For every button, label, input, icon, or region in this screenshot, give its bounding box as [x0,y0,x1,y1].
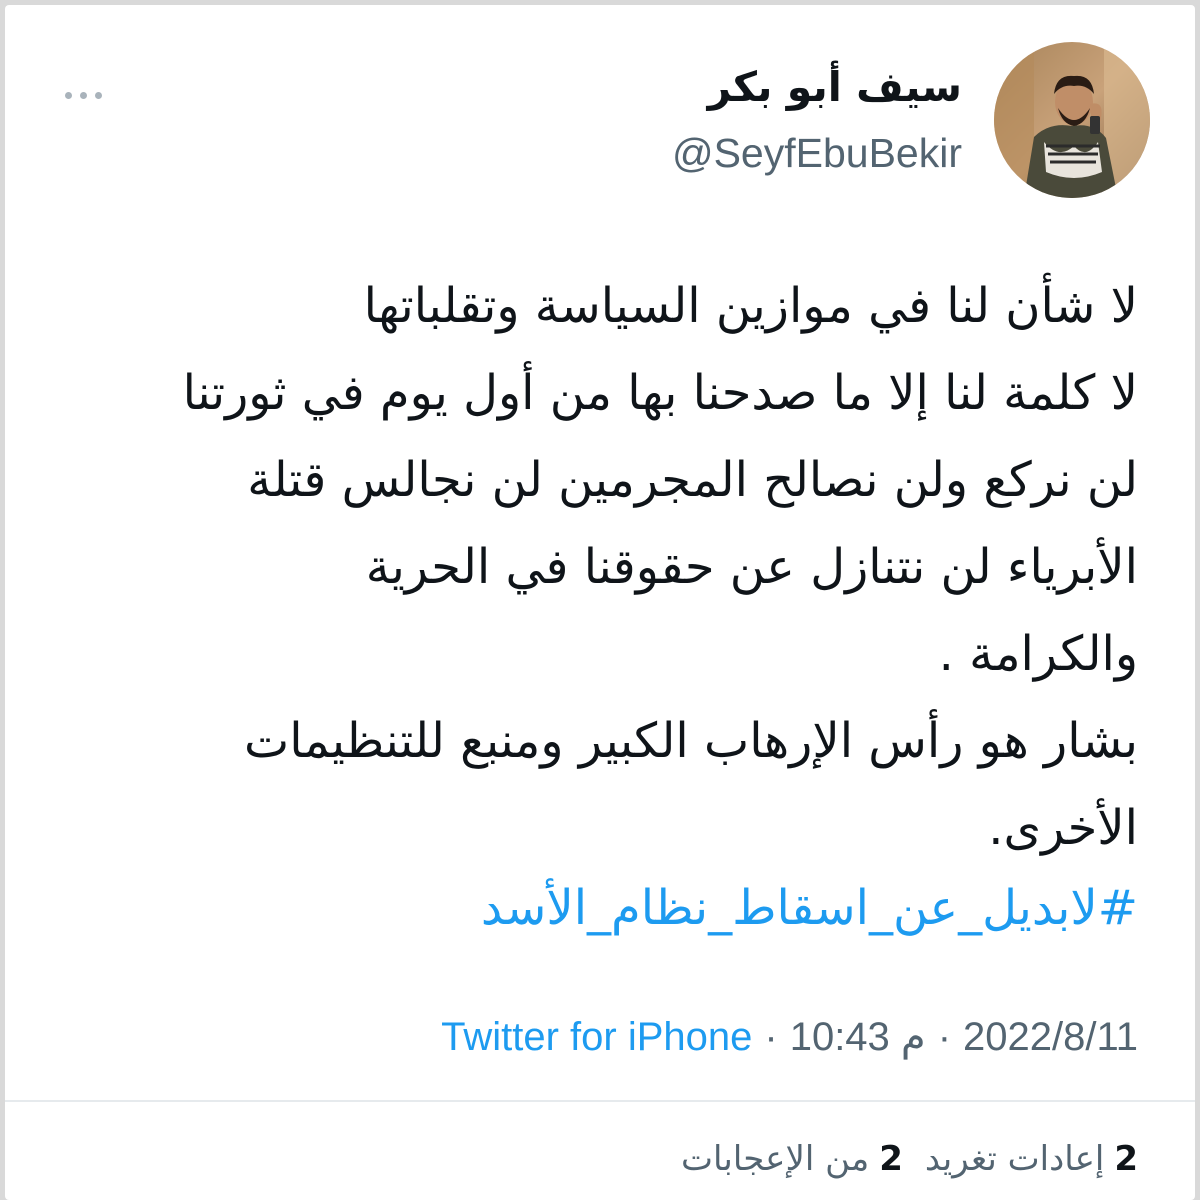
person-photo-avatar-icon [994,42,1150,198]
tweet-line: بشار هو رأس الإرهاب الكبير ومنبع للتنظيم… [244,713,1138,769]
divider [5,1100,1195,1102]
retweets-stat[interactable]: 2إعادات تغريد [925,1142,1138,1176]
meta-separator: · [764,1015,778,1059]
avatar[interactable] [994,42,1150,198]
more-horizontal-icon[interactable] [65,87,111,103]
likes-label: من الإعجابات [681,1139,870,1179]
display-name[interactable]: سيف أبو بكر [708,67,962,108]
more-dot [65,91,72,99]
more-dot [80,91,87,99]
tweet-source-link[interactable]: Twitter for iPhone [441,1017,752,1057]
tweet-time[interactable]: 10:43 م [790,1017,926,1057]
more-dot [95,91,102,99]
tweet-line: والكرامة . [938,626,1138,682]
retweets-count: 2 [1114,1139,1138,1179]
tweet-card: سيف أبو بكر @SeyfEbuBekir لا شأن لنا في … [5,5,1195,1200]
tweet-line: لا كلمة لنا إلا ما صدحنا بها من أول يوم … [182,365,1138,421]
tweet-meta: Twitter for iPhone · 10:43 م · 2022/8/11 [441,1017,1138,1057]
likes-stat[interactable]: 2من الإعجابات [681,1142,903,1176]
likes-count: 2 [879,1139,903,1179]
tweet-line: لا شأن لنا في موازين السياسة وتقلباتها [363,278,1138,334]
tweet-stats: 2إعادات تغريد 2من الإعجابات [681,1142,1138,1176]
hashtag-link[interactable]: #لابديل_عن_اسقاط_نظام_الأسد [481,865,1138,952]
retweets-label: إعادات تغريد [924,1139,1105,1179]
tweet-date[interactable]: 2022/8/11 [963,1017,1138,1057]
tweet-text: لا شأن لنا في موازين السياسة وتقلباتها ل… [48,263,1138,872]
user-handle[interactable]: @SeyfEbuBekir [672,133,962,174]
tweet-line: الأبرياء لن نتنازل عن حقوقنا في الحرية [365,539,1138,595]
tweet-line: الأخرى. [988,800,1138,856]
meta-separator: · [937,1015,952,1059]
tweet-line: لن نركع ولن نصالح المجرمين لن نجالس قتلة [247,452,1138,508]
